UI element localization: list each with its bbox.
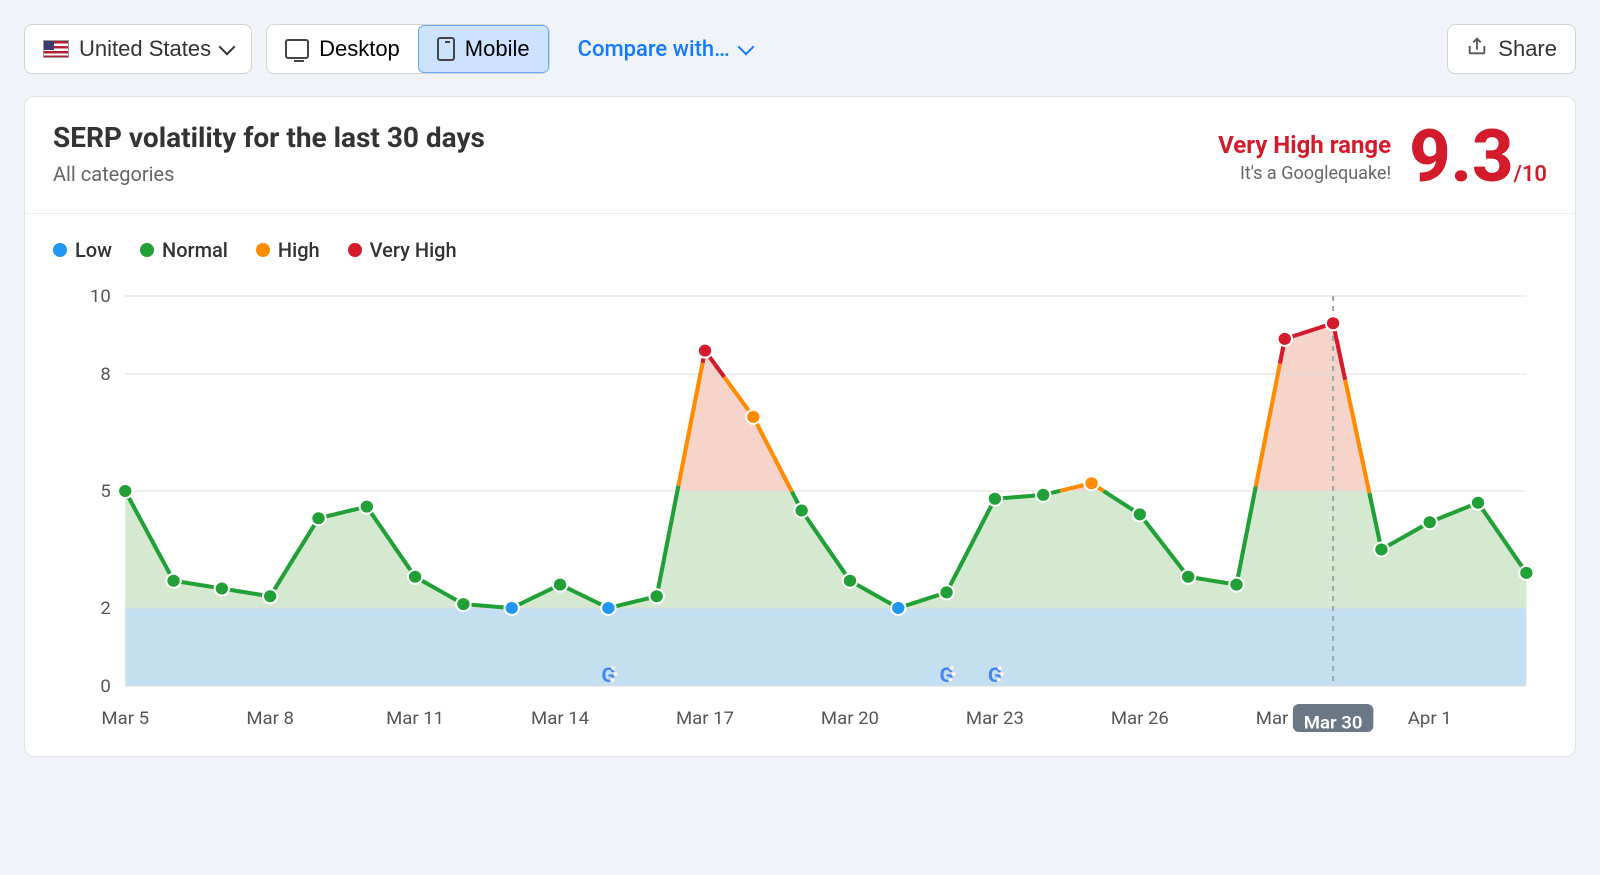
legend-item-low[interactable]: Low xyxy=(53,238,112,262)
share-icon xyxy=(1466,35,1488,63)
svg-text:Mar 14: Mar 14 xyxy=(531,708,589,729)
svg-text:Mar 17: Mar 17 xyxy=(676,708,734,729)
country-selector[interactable]: United States xyxy=(24,24,252,74)
chevron-down-icon xyxy=(740,41,752,57)
legend-label: Very High xyxy=(370,238,457,262)
svg-text:8: 8 xyxy=(100,364,110,385)
compare-label: Compare with… xyxy=(578,37,730,62)
svg-text:Mar 20: Mar 20 xyxy=(821,708,879,729)
volatility-card: SERP volatility for the last 30 days All… xyxy=(24,96,1576,757)
svg-text:2: 2 xyxy=(100,598,110,619)
share-label: Share xyxy=(1498,36,1557,62)
score-block: Very High range It's a Googlequake! 9.3/… xyxy=(1218,121,1547,193)
range-caption: It's a Googlequake! xyxy=(1218,163,1391,184)
legend-dot xyxy=(140,243,154,257)
toolbar: United States Desktop Mobile Compare wit… xyxy=(24,24,1576,74)
svg-text:Mar 23: Mar 23 xyxy=(966,708,1024,729)
legend-item-normal[interactable]: Normal xyxy=(140,238,228,262)
volatility-chart[interactable]: 025810GGGMar 5Mar 8Mar 11Mar 14Mar 17Mar… xyxy=(53,286,1547,746)
device-label: Desktop xyxy=(319,36,400,62)
svg-text:Apr 1: Apr 1 xyxy=(1408,708,1452,729)
legend-dot xyxy=(256,243,270,257)
compare-with-link[interactable]: Compare with… xyxy=(578,37,752,62)
svg-text:Mar 26: Mar 26 xyxy=(1111,708,1169,729)
svg-text:Mar 11: Mar 11 xyxy=(386,708,444,729)
score-value: 9.3 xyxy=(1409,114,1513,199)
svg-text:10: 10 xyxy=(90,286,111,307)
svg-text:Mar 30: Mar 30 xyxy=(1304,713,1363,734)
card-subtitle: All categories xyxy=(53,162,485,186)
country-label: United States xyxy=(79,36,211,62)
legend-dot xyxy=(53,243,67,257)
device-label: Mobile xyxy=(465,36,530,62)
card-title: SERP volatility for the last 30 days xyxy=(53,121,485,154)
legend-label: Low xyxy=(75,238,112,262)
chart-legend: Low Normal High Very High xyxy=(53,238,1547,262)
svg-text:Mar 8: Mar 8 xyxy=(246,708,294,729)
score-denominator: /10 xyxy=(1513,162,1547,187)
legend-label: Normal xyxy=(162,238,228,262)
mobile-icon xyxy=(437,37,455,61)
svg-text:0: 0 xyxy=(100,676,110,697)
desktop-icon xyxy=(285,39,309,59)
device-toggle: Desktop Mobile xyxy=(266,24,550,74)
legend-item-high[interactable]: High xyxy=(256,238,320,262)
device-option-mobile[interactable]: Mobile xyxy=(418,25,549,73)
share-button[interactable]: Share xyxy=(1447,24,1576,74)
chevron-down-icon xyxy=(221,41,233,57)
card-header: SERP volatility for the last 30 days All… xyxy=(25,97,1575,214)
us-flag-icon xyxy=(43,40,69,58)
device-option-desktop[interactable]: Desktop xyxy=(267,25,418,73)
svg-text:Mar 5: Mar 5 xyxy=(101,708,149,729)
range-label: Very High range xyxy=(1218,131,1391,159)
legend-dot xyxy=(348,243,362,257)
legend-label: High xyxy=(278,238,320,262)
legend-item-veryhigh[interactable]: Very High xyxy=(348,238,457,262)
svg-text:5: 5 xyxy=(100,481,110,502)
